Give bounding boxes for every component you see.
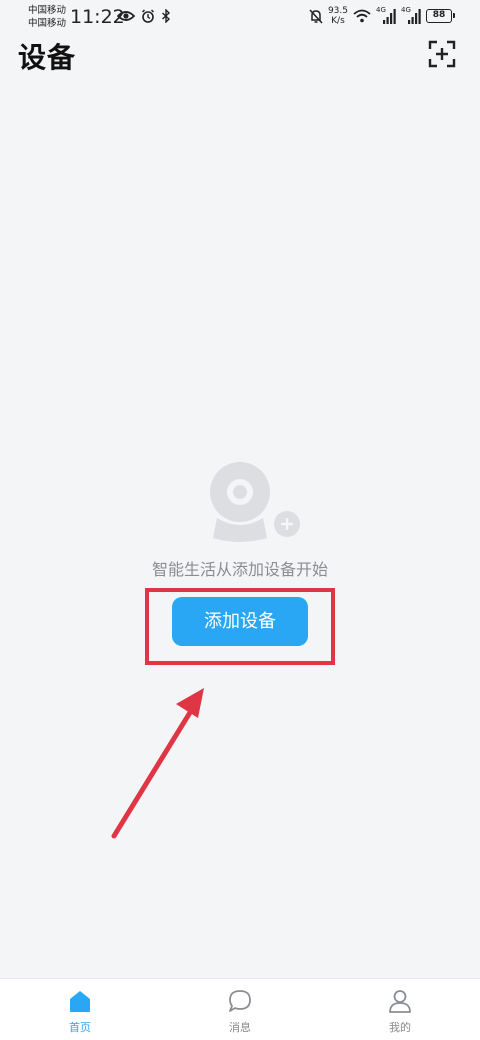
tab-mine-label: 我的: [389, 1021, 411, 1034]
scan-add-icon: [428, 40, 456, 68]
tab-home[interactable]: 首页: [20, 979, 140, 1040]
bottom-tab-bar: 首页 消息 我的: [0, 978, 480, 1040]
status-bar: 中国移动 中国移动 11:22 93.5 K/s 4G 4G 88: [0, 0, 480, 34]
device-screen: 中国移动 中国移动 11:22 93.5 K/s 4G 4G 88 设备 智能生…: [0, 0, 480, 1040]
eye-icon: [117, 11, 135, 21]
add-device-button[interactable]: 添加设备: [172, 597, 308, 646]
carrier-1: 中国移动: [28, 5, 67, 16]
net-speed: 93.5 K/s: [328, 6, 348, 26]
signal-sim2: 4G: [401, 6, 421, 25]
battery-indicator: 88: [426, 9, 455, 23]
carrier-labels: 中国移动 中国移动: [28, 4, 66, 30]
bell-muted-icon: [309, 8, 323, 24]
camera-add-illustration-icon: [210, 462, 300, 542]
empty-state-message: 智能生活从添加设备开始: [151, 560, 328, 579]
signal-sim1: 4G: [376, 6, 396, 25]
bluetooth-icon: [162, 9, 171, 23]
chat-bubble-icon: [229, 990, 251, 1012]
scan-button[interactable]: [428, 40, 456, 68]
tab-home-label: 首页: [69, 1021, 91, 1034]
tab-mine[interactable]: 我的: [340, 979, 460, 1040]
tab-messages-label: 消息: [229, 1021, 251, 1034]
net-speed-unit: K/s: [331, 16, 345, 26]
home-icon: [70, 991, 90, 1012]
net-speed-value: 93.5: [327, 6, 348, 16]
alarm-clock-icon: [141, 9, 155, 23]
wifi-icon: [353, 9, 371, 23]
status-left-icons: [117, 9, 171, 23]
annotation-arrow: [111, 688, 204, 839]
person-icon: [389, 990, 411, 1013]
signal-bars-icon: [408, 9, 421, 24]
carrier-2: 中国移动: [28, 18, 67, 29]
page-title: 设备: [18, 41, 77, 74]
signal-bars-icon: [383, 9, 396, 24]
status-right-icons: 93.5 K/s 4G 4G 88: [309, 6, 455, 26]
tab-messages[interactable]: 消息: [180, 979, 300, 1040]
